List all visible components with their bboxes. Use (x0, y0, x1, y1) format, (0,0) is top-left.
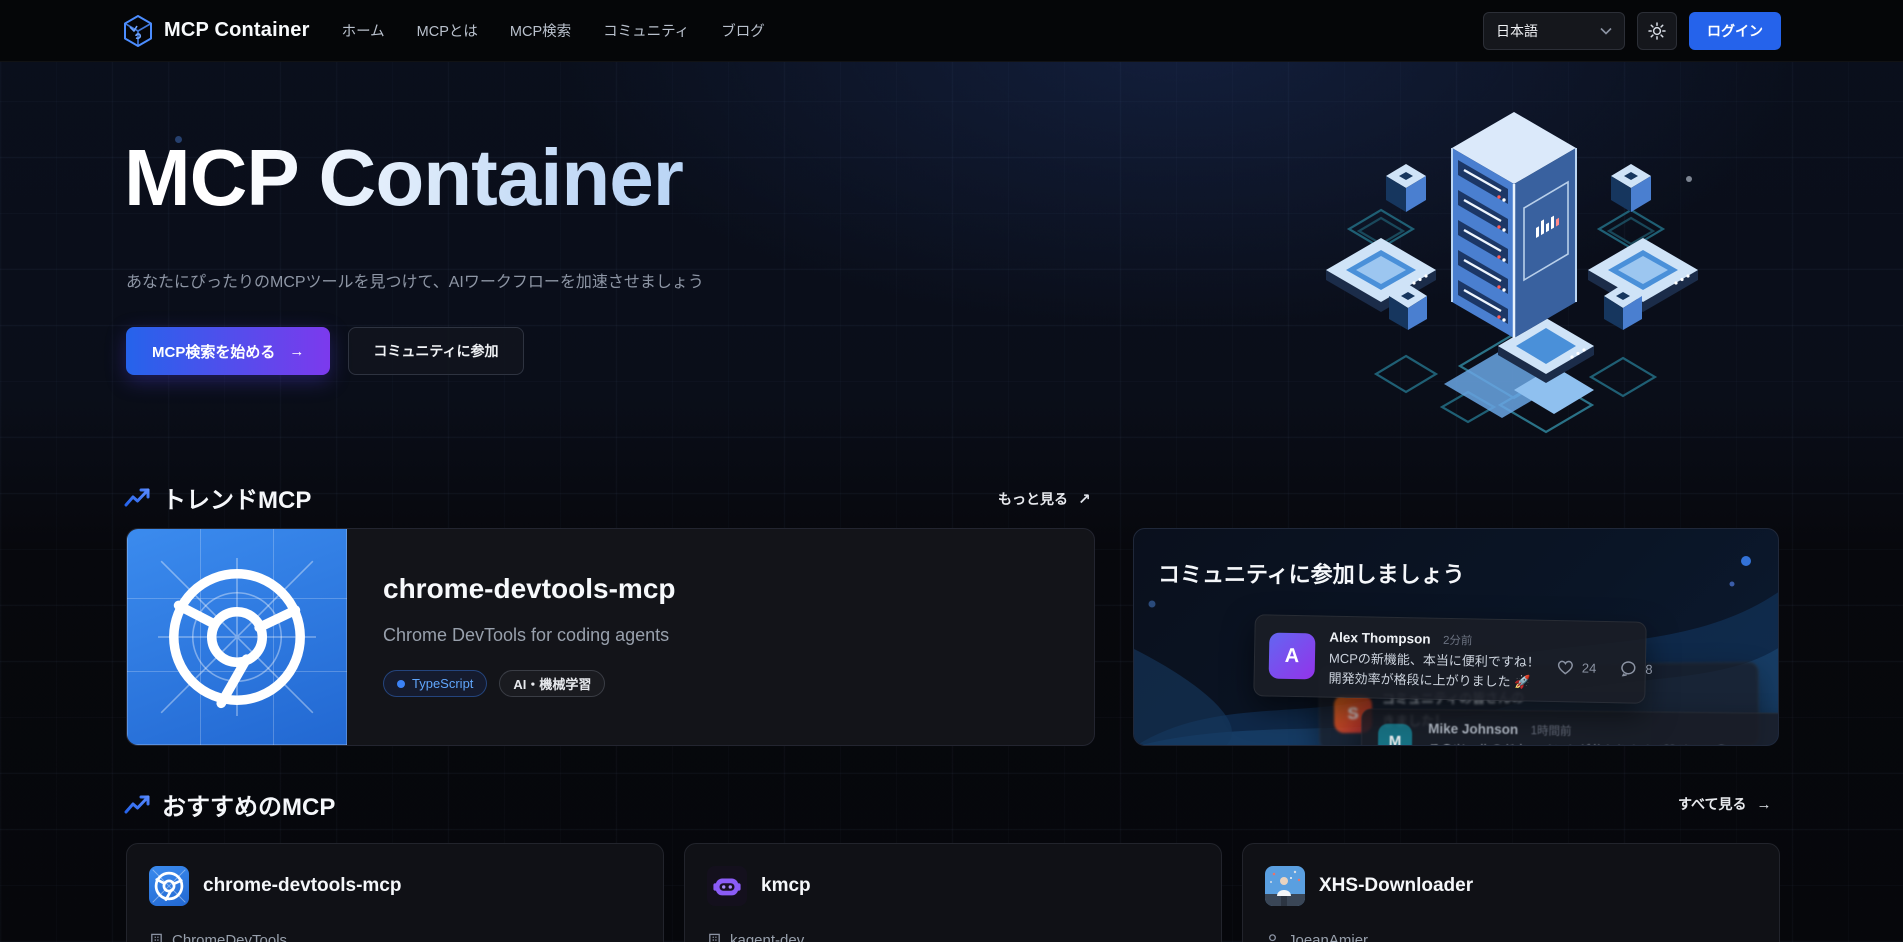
chat-text: MCPの新機能、本当に便利ですね！開発効率が格段に上がりました 🚀 (1328, 649, 1551, 694)
comment-icon (1620, 660, 1637, 676)
sun-icon (1648, 22, 1666, 40)
chat-time: 1時間前 (1531, 725, 1572, 737)
server-illustration (1318, 98, 1718, 434)
trending-up-icon (124, 793, 150, 817)
nav-mcp-search[interactable]: MCP検索 (510, 20, 571, 41)
comment-count: 2 (1737, 743, 1744, 746)
person-icon (1265, 933, 1280, 942)
chat-author: Mike Johnson (1428, 721, 1518, 737)
avatar: A (1269, 633, 1316, 680)
language-value: 日本語 (1496, 21, 1538, 41)
hero-title: MCP Container (124, 132, 683, 224)
recommended-title: おすすめのMCP (162, 787, 335, 822)
chrome-blueprint-tile (127, 529, 347, 745)
card-author-name: JoeanAmier (1288, 932, 1368, 942)
nav-about-mcp[interactable]: MCPとは (417, 20, 478, 41)
view-all-label: すべて見る (1678, 794, 1746, 814)
xhs-downloader-avatar (1265, 866, 1305, 906)
card-title: kmcp (761, 875, 811, 897)
heart-icon (1557, 659, 1574, 675)
chat-stats: 7 2 (1662, 743, 1745, 746)
more-link-label: もっと見る (998, 489, 1068, 509)
login-button[interactable]: ログイン (1689, 12, 1781, 50)
join-community-button[interactable]: コミュニティに参加 (348, 327, 523, 375)
card-author: ChromeDevTools (149, 932, 287, 942)
chevron-down-icon (1600, 27, 1612, 35)
organization-icon (707, 933, 722, 942)
hero-subtitle: あなたにぴったりのMCPツールを見つけて、AIワークフローを加速させましょう (126, 268, 704, 292)
chrome-devtools-icon (149, 866, 189, 906)
language-badge-label: TypeScript (412, 676, 473, 691)
mcp-cube-logo-icon (122, 14, 154, 48)
like-count: 24 (1582, 660, 1597, 675)
avatar: M (1378, 724, 1412, 746)
trend-card-description: Chrome DevTools for coding agents (383, 625, 676, 646)
trending-section-heading: トレンドMCP (124, 480, 311, 515)
arrow-right-icon: → (289, 343, 304, 360)
chrome-wireframe-icon (158, 558, 316, 716)
like-count: 7 (1685, 743, 1692, 746)
arrow-up-right-icon: ↗ (1078, 490, 1091, 508)
recommended-section-heading: おすすめのMCP (124, 787, 335, 822)
comment-count: 8 (1645, 661, 1653, 676)
view-all-link[interactable]: すべて見る → (1678, 794, 1771, 814)
trending-up-icon (124, 486, 150, 510)
card-author: JoeanAmier (1265, 932, 1368, 942)
nav-home[interactable]: ホーム (342, 20, 385, 41)
chat-time: 2分前 (1443, 635, 1473, 648)
card-author: kagent-dev (707, 932, 804, 942)
card-author-name: ChromeDevTools (172, 932, 287, 942)
language-select[interactable]: 日本語 (1483, 12, 1625, 50)
language-badge: TypeScript (383, 670, 487, 697)
trending-mcp-card[interactable]: chrome-devtools-mcp Chrome DevTools for … (126, 528, 1095, 746)
community-join-card[interactable]: コミュニティに参加しましょう S コミュニティの皆さんの きました！ M Mik… (1133, 528, 1779, 746)
comment-icon (1714, 744, 1729, 746)
brand[interactable]: MCP Container (122, 14, 310, 48)
chat-author: Alex Thompson (1329, 630, 1431, 647)
chat-message: A Alex Thompson 2分前 MCPの新機能、本当に便利ですね！開発効… (1253, 614, 1647, 704)
category-badge: AI・機械学習 (499, 670, 605, 697)
card-author-name: kagent-dev (730, 932, 804, 942)
organization-icon (149, 933, 164, 942)
chat-message: M Mike Johnson 1時間前 このツールのドキュメントが分かりやすくて… (1361, 708, 1779, 746)
brand-name: MCP Container (164, 19, 310, 42)
chat-stats: 24 8 (1557, 659, 1653, 677)
nav-blog[interactable]: ブログ (721, 20, 765, 41)
heart-icon (1662, 743, 1677, 746)
kmcp-robot-icon (707, 866, 747, 906)
language-dot-icon (397, 680, 405, 688)
nav-community[interactable]: コミュニティ (603, 20, 689, 41)
card-title: chrome-devtools-mcp (203, 875, 401, 897)
start-mcp-search-button[interactable]: MCP検索を始める → (126, 327, 330, 375)
trending-title: トレンドMCP (162, 480, 311, 515)
trend-card-title: chrome-devtools-mcp (383, 573, 676, 605)
main-nav: ホーム MCPとは MCP検索 コミュニティ ブログ (342, 20, 765, 41)
trending-more-link[interactable]: もっと見る ↗ (998, 489, 1091, 509)
recommended-card-chrome-devtools[interactable]: chrome-devtools-mcp ChromeDevTools (126, 843, 664, 942)
recommended-card-kmcp[interactable]: kmcp kagent-dev (684, 843, 1222, 942)
theme-toggle-button[interactable] (1637, 12, 1677, 50)
chat-text: このツールのドキュメントが分かりやすくて助かります 👍 (1428, 740, 1658, 746)
community-card-title: コミュニティに参加しましょう (1158, 557, 1465, 589)
arrow-right-icon: → (1756, 796, 1771, 813)
header: MCP Container ホーム MCPとは MCP検索 コミュニティ ブログ… (0, 0, 1903, 62)
recommended-card-xhs-downloader[interactable]: XHS-Downloader JoeanAmier (1242, 843, 1780, 942)
card-title: XHS-Downloader (1319, 875, 1473, 897)
start-mcp-search-label: MCP検索を始める (152, 341, 275, 362)
